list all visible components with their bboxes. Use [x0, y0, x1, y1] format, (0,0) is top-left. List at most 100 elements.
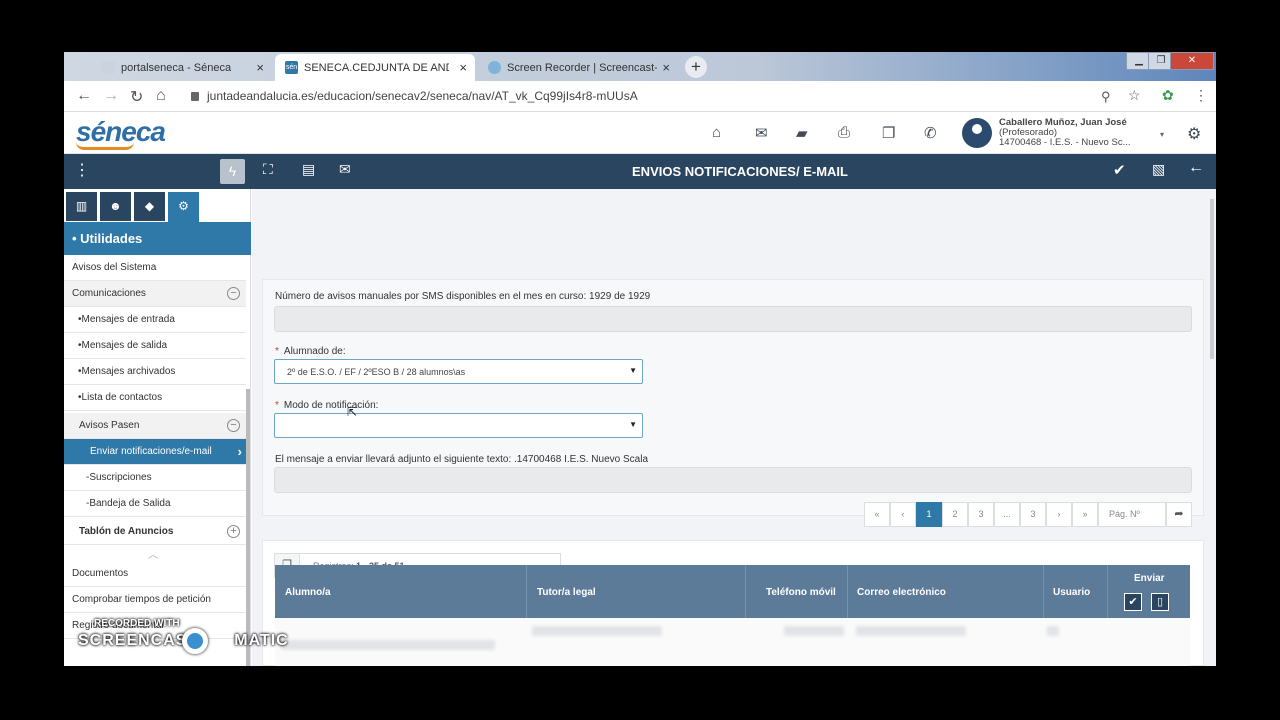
column-usuario[interactable]: Usuario: [1053, 587, 1090, 598]
main-content: Número de avisos manuales por SMS dispon…: [252, 189, 1216, 666]
sidebar-item-enviar-notificaciones[interactable]: Enviar notificaciones/e-mail ›: [64, 439, 246, 465]
lock-icon: [191, 92, 199, 101]
screencast-logo-icon: [182, 628, 208, 654]
sidebar-item-suscripciones[interactable]: -Suscripciones: [64, 465, 246, 491]
address-bar: ← → ↻ ⌂ juntadeandalucia.es/educacion/se…: [64, 81, 1216, 112]
reload-icon[interactable]: ↻: [130, 87, 143, 107]
building-icon[interactable]: ▥: [66, 192, 97, 221]
window-close-button[interactable]: ✕: [1170, 52, 1214, 70]
page-number-input[interactable]: Pág. Nº: [1098, 502, 1166, 527]
chevron-right-icon: ›: [237, 444, 242, 459]
close-tab-icon[interactable]: ×: [662, 60, 670, 75]
sms-info: Número de avisos manuales por SMS dispon…: [275, 291, 651, 302]
home-icon[interactable]: ⌂: [156, 87, 166, 105]
copy-icon[interactable]: ❐: [882, 124, 895, 142]
avatar: [962, 118, 992, 148]
table-row: [532, 626, 662, 636]
last-page-button[interactable]: »: [1072, 502, 1098, 527]
user-menu[interactable]: Caballero Muñoz, Juan José (Profesorado)…: [962, 118, 1164, 150]
sidebar-scrollbar[interactable]: [246, 389, 250, 666]
next-page-button[interactable]: ›: [1046, 502, 1072, 527]
column-tutor[interactable]: Tutor/a legal: [537, 587, 596, 598]
select-all-checkbox[interactable]: ✔: [1124, 593, 1142, 611]
content-scrollbar[interactable]: [1210, 199, 1214, 359]
mail-icon[interactable]: ✉: [755, 124, 768, 142]
new-tab-button[interactable]: +: [685, 56, 707, 78]
page-1-button[interactable]: 1: [916, 502, 942, 527]
folder-icon[interactable]: ▰: [796, 124, 808, 142]
sidebar-item-avisos-pasen[interactable]: Avisos Pasen −: [64, 413, 246, 439]
first-page-button[interactable]: «: [864, 502, 890, 527]
sidebar-item-mensajes-archivados[interactable]: •Mensajes archivados: [64, 359, 246, 385]
phone-icon[interactable]: ✆: [924, 124, 937, 142]
menu-dots-icon[interactable]: ⋮: [1194, 87, 1208, 104]
column-enviar: Enviar: [1134, 573, 1165, 584]
star-icon[interactable]: ☆: [1128, 87, 1141, 104]
chevron-up-icon[interactable]: ︿: [148, 546, 158, 561]
sidebar-item-bandeja-salida[interactable]: -Bandeja de Salida: [64, 491, 246, 517]
column-correo[interactable]: Correo electrónico: [857, 587, 946, 598]
main-toolbar: ⋮ ϟ ⛶ ▤ ✉ ENVIOS NOTIFICACIONES/ E-MAIL …: [64, 154, 1216, 189]
home-icon[interactable]: ⌂: [712, 124, 721, 141]
tab-title: Screen Recorder | Screencast-O-: [507, 61, 657, 74]
tab-seneca[interactable]: sén SENECA.CEDJUNTA DE ANDAL ×: [275, 54, 475, 81]
gear-icon[interactable]: ⚙: [1187, 124, 1201, 144]
section-header: • Utilidades: [64, 222, 251, 255]
prev-page-button[interactable]: ‹: [890, 502, 916, 527]
sms-field: [274, 306, 1192, 332]
close-tab-icon[interactable]: ×: [459, 60, 467, 75]
page-2-button[interactable]: 2: [942, 502, 968, 527]
document-icon[interactable]: ▧: [1152, 161, 1165, 178]
tab-title: portalseneca - Séneca: [121, 61, 232, 74]
dropdown-arrow-icon: ▼: [629, 420, 637, 429]
sidebar-item-comunicaciones[interactable]: Comunicaciones −: [64, 281, 246, 307]
go-page-icon[interactable]: ➦: [1166, 502, 1192, 527]
sidebar-item-mensajes-salida[interactable]: •Mensajes de salida: [64, 333, 246, 359]
seneca-logo[interactable]: séneca: [76, 116, 166, 150]
expand-icon[interactable]: +: [227, 525, 240, 538]
screen: portalseneca - Séneca × sén SENECA.CEDJU…: [64, 52, 1216, 666]
forward-arrow-icon[interactable]: →: [103, 87, 119, 105]
users-icon[interactable]: ☻: [100, 192, 131, 221]
page-3-button[interactable]: 3: [968, 502, 994, 527]
collapse-icon[interactable]: −: [227, 287, 240, 300]
tab-portalseneca[interactable]: portalseneca - Séneca ×: [92, 54, 272, 81]
mensaje-info: El mensaje a enviar llevará adjunto el s…: [275, 454, 649, 465]
globe-icon: [102, 61, 115, 74]
cogs-icon[interactable]: ⚙: [168, 192, 199, 223]
sidebar-item-documentos[interactable]: Documentos: [64, 561, 246, 587]
print-icon[interactable]: ⎙: [838, 124, 850, 141]
tab-screencast[interactable]: Screen Recorder | Screencast-O- ×: [478, 54, 678, 81]
url-field[interactable]: juntadeandalucia.es/educacion/senecav2/s…: [191, 89, 638, 103]
graduation-cap-icon[interactable]: ◆: [134, 192, 165, 221]
sidebar-item-lista-contactos[interactable]: •Lista de contactos: [64, 385, 246, 411]
seneca-favicon: sén: [285, 61, 298, 74]
close-tab-icon[interactable]: ×: [256, 60, 264, 75]
tab-title: SENECA.CEDJUNTA DE ANDAL: [304, 61, 449, 74]
page-last-button[interactable]: 3: [1020, 502, 1046, 527]
back-arrow-icon[interactable]: ←: [1188, 159, 1204, 177]
sidebar-item-mensajes-entrada[interactable]: •Mensajes de entrada: [64, 307, 246, 333]
dropdown-arrow-icon: ▼: [629, 366, 637, 375]
column-alumno[interactable]: Alumno/a: [285, 587, 331, 598]
mensaje-field: [274, 467, 1192, 493]
page-title: ENVIOS NOTIFICACIONES/ E-MAIL: [632, 164, 848, 179]
modo-label: * Modo de notificación:: [275, 400, 379, 411]
mobile-checkbox-icon[interactable]: ▯: [1151, 593, 1169, 611]
modo-select[interactable]: ▼: [274, 413, 643, 438]
table-row: [856, 626, 966, 636]
form-panel: Número de avisos manuales por SMS dispon…: [262, 279, 1204, 516]
column-telefono[interactable]: Teléfono móvil: [766, 587, 836, 598]
confirm-check-icon[interactable]: ✔: [1113, 161, 1126, 179]
zoom-icon[interactable]: ⚲: [1101, 89, 1111, 105]
record-icon: [488, 61, 501, 74]
back-arrow-icon[interactable]: ←: [76, 87, 92, 105]
extension-icon[interactable]: ✿: [1162, 87, 1174, 104]
sidebar-item-avisos-sistema[interactable]: Avisos del Sistema: [64, 255, 246, 281]
sidebar-item-comprobar-tiempos[interactable]: Comprobar tiempos de petición: [64, 587, 246, 613]
alumnado-select[interactable]: 2º de E.S.O. / EF / 2ºESO B / 28 alumnos…: [274, 359, 643, 384]
sidebar-item-tablon-anuncios[interactable]: Tablón de Anuncios +: [64, 519, 246, 545]
collapse-icon[interactable]: −: [227, 419, 240, 432]
sidebar: ▥ ☻ ◆ ⚙ • Utilidades Avisos del Sistema …: [64, 189, 251, 666]
table-row: [281, 640, 495, 650]
